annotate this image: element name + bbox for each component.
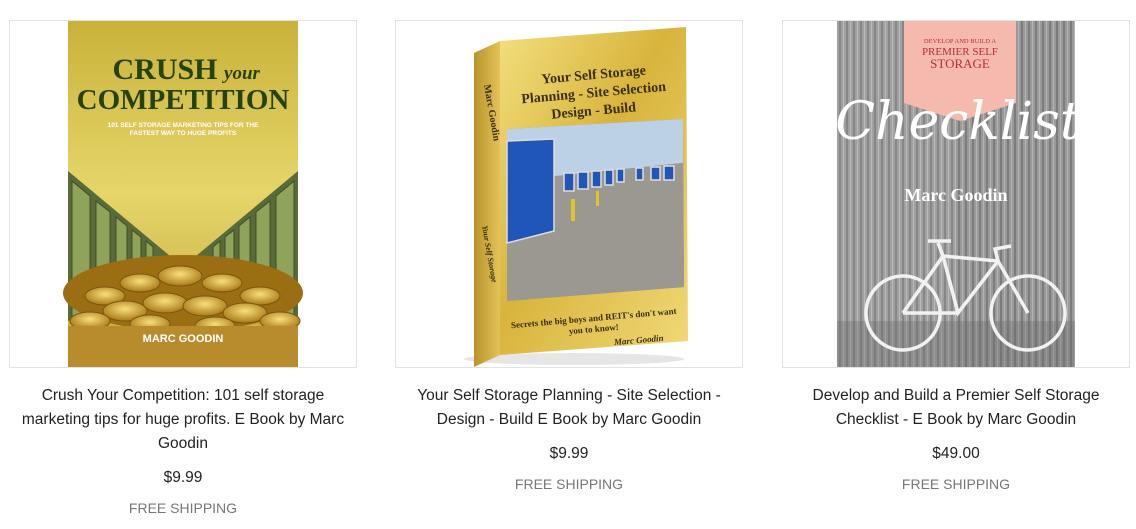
free-shipping-label: FREE SHIPPING bbox=[514, 476, 624, 492]
book-cover-checklist: DEVELOP AND BUILD A PREMIER SELF STORAGE… bbox=[835, 21, 1081, 367]
cover-title-your: your bbox=[222, 63, 261, 84]
product-image-link[interactable]: Your Self Storage Planning - Site Select… bbox=[395, 20, 743, 368]
cover-subtitle-1: 101 SELF STORAGE MARKETING TIPS FOR THE bbox=[108, 122, 260, 129]
product-image-link[interactable]: DEVELOP AND BUILD A PREMIER SELF STORAGE… bbox=[782, 20, 1130, 368]
cover-script-title: Checklist bbox=[835, 92, 1081, 152]
cover-title-crush: CRUSH bbox=[112, 53, 217, 86]
product-price: $9.99 bbox=[549, 445, 589, 462]
cover-title-competition: COMPETITION bbox=[77, 84, 290, 116]
book-cover-planning: Your Self Storage Planning - Site Select… bbox=[464, 27, 688, 367]
free-shipping-label: FREE SHIPPING bbox=[128, 500, 238, 516]
banner-line3: STORAGE bbox=[930, 56, 990, 71]
product-price: $9.99 bbox=[163, 469, 203, 486]
product-title[interactable]: Crush Your Competition: 101 self storage… bbox=[9, 384, 357, 456]
cover-author: MARC GOODIN bbox=[143, 333, 224, 345]
banner-line1: DEVELOP AND BUILD A bbox=[924, 38, 996, 45]
cover-subtitle-2: FASTEST WAY TO HUGE PROFITS bbox=[130, 130, 237, 137]
cover-author: Marc Goodin bbox=[904, 185, 1007, 205]
product-title[interactable]: Develop and Build a Premier Self Storage… bbox=[782, 384, 1130, 432]
product-price: $49.00 bbox=[932, 445, 980, 462]
product-title[interactable]: Your Self Storage Planning - Site Select… bbox=[395, 384, 743, 432]
free-shipping-label: FREE SHIPPING bbox=[901, 476, 1011, 492]
book-cover-crush-competition: CRUSH your COMPETITION 101 SELF STORAGE … bbox=[63, 21, 303, 367]
product-image-link[interactable]: CRUSH your COMPETITION 101 SELF STORAGE … bbox=[9, 20, 357, 368]
